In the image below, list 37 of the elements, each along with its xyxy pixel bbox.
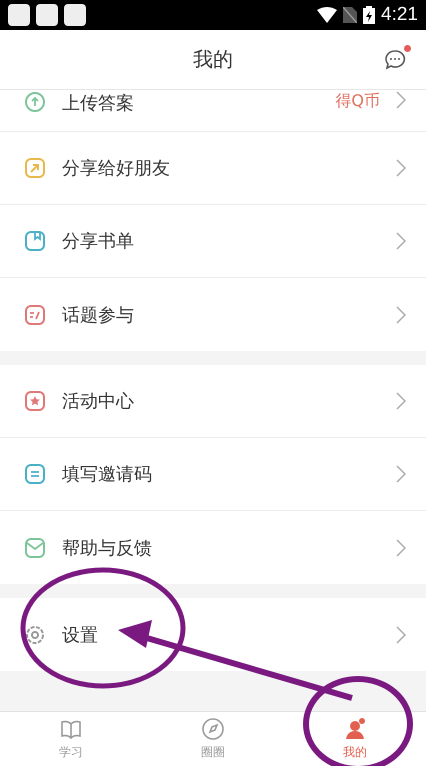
notification-icon <box>8 4 30 26</box>
person-icon <box>343 717 367 741</box>
chevron-icon <box>396 465 406 483</box>
chevron-icon <box>396 538 406 556</box>
menu-label: 分享给好朋友 <box>62 157 171 180</box>
menu-row[interactable]: 上传答案 得Q币 <box>0 90 426 132</box>
chevron-icon <box>396 392 406 410</box>
page-title: 我的 <box>193 46 233 73</box>
menu-row[interactable]: 分享给好朋友 <box>0 132 426 205</box>
menu-label: 设置 <box>62 624 99 646</box>
menu-label: 帮助与反馈 <box>62 536 153 560</box>
no-sim-icon <box>343 7 358 23</box>
chevron-icon <box>396 91 406 109</box>
menu-label: 上传答案 <box>62 92 135 115</box>
menu-row[interactable]: 设置 <box>0 598 426 671</box>
chevron-icon <box>396 159 406 177</box>
menu-label: 填写邀请码 <box>62 463 153 486</box>
menu-label: 分享书单 <box>62 230 135 253</box>
wifi-icon <box>317 7 338 23</box>
menu-row[interactable]: 填写邀请码 <box>0 438 426 511</box>
reward-text: 得Q币 <box>335 91 380 112</box>
notification-icon <box>64 4 86 26</box>
menu-label: 活动中心 <box>62 390 135 413</box>
battery-icon <box>363 6 376 24</box>
menu-row[interactable]: 话题参与 <box>0 278 426 351</box>
tab[interactable]: 我的 <box>284 712 426 766</box>
menu-row[interactable]: 帮助与反馈 <box>0 511 426 584</box>
clock-text: 4:21 <box>381 4 418 26</box>
chevron-icon <box>396 626 406 644</box>
compass-icon <box>201 717 225 741</box>
menu-row[interactable]: 活动中心 <box>0 365 426 438</box>
notification-icon <box>36 4 58 26</box>
chat-icon[interactable] <box>384 49 406 71</box>
chevron-icon <box>396 232 406 250</box>
menu-label: 话题参与 <box>62 304 135 326</box>
chevron-icon <box>396 306 406 324</box>
menu-row[interactable]: 分享书单 <box>0 205 426 278</box>
